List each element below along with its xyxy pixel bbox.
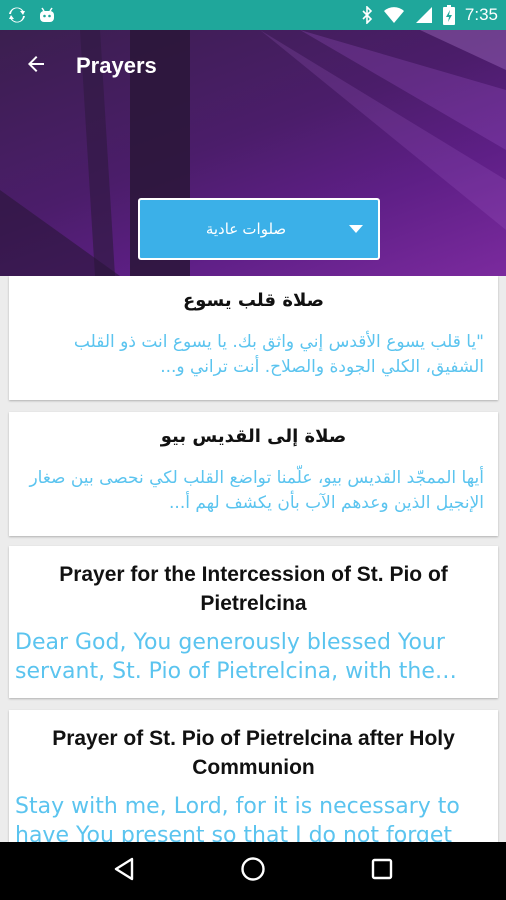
caret-down-icon xyxy=(334,224,378,234)
prayer-card[interactable]: صلاة إلى القديس بيو أيها الممجّد القديس … xyxy=(9,412,498,536)
nav-back-button[interactable] xyxy=(94,842,154,900)
status-bar: 7:35 xyxy=(0,0,506,30)
prayer-list: صلاة قلب يسوع "يا قلب يسوع الأقدس إني وا… xyxy=(0,276,506,842)
battery-icon xyxy=(442,5,455,25)
home-circle-icon xyxy=(240,856,266,887)
wifi-icon xyxy=(383,6,405,24)
prayer-card[interactable]: Prayer for the Intercession of St. Pio o… xyxy=(9,546,498,698)
signal-icon xyxy=(415,6,433,24)
prayer-title: Prayer for the Intercession of St. Pio o… xyxy=(59,563,448,615)
toolbar: Prayers xyxy=(0,30,506,102)
header-banner: Prayers صلوات عادية xyxy=(0,30,506,276)
back-triangle-icon xyxy=(113,857,135,886)
category-dropdown[interactable]: صلوات عادية xyxy=(138,198,380,260)
prayer-card[interactable]: صلاة قلب يسوع "يا قلب يسوع الأقدس إني وا… xyxy=(9,276,498,400)
prayer-excerpt: أيها الممجّد القديس بيو، علّمنا تواضع ال… xyxy=(29,468,484,513)
recents-square-icon xyxy=(371,858,393,885)
prayer-card[interactable]: Prayer of St. Pio of Pietrelcina after H… xyxy=(9,710,498,842)
page-title: Prayers xyxy=(76,53,157,78)
arrow-left-icon xyxy=(24,52,48,81)
system-nav-bar xyxy=(0,842,506,900)
sync-icon xyxy=(8,6,26,24)
android-icon xyxy=(38,6,56,24)
prayer-excerpt: Dear God, You generously blessed Your se… xyxy=(15,630,445,684)
prayer-title: صلاة إلى القديس بيو xyxy=(160,426,347,447)
prayer-title: Prayer of St. Pio of Pietrelcina after H… xyxy=(52,727,455,779)
back-button[interactable] xyxy=(0,30,72,102)
prayer-excerpt: Stay with me, Lord, for it is necessary … xyxy=(15,794,460,842)
category-dropdown-value: صلوات عادية xyxy=(205,221,287,238)
prayer-excerpt: "يا قلب يسوع الأقدس إني واثق بك. يا يسوع… xyxy=(73,332,484,377)
status-time: 7:35 xyxy=(464,5,498,24)
nav-home-button[interactable] xyxy=(223,842,283,900)
prayer-title: صلاة قلب يسوع xyxy=(182,290,325,311)
bluetooth-icon xyxy=(361,6,373,24)
nav-recents-button[interactable] xyxy=(352,842,412,900)
